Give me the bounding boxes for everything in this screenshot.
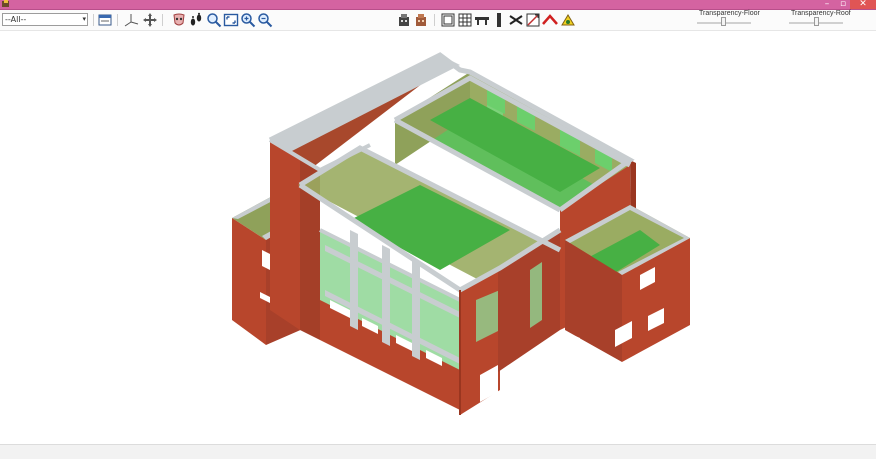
- zoom-icon[interactable]: [206, 12, 222, 28]
- section-icon[interactable]: [525, 12, 541, 28]
- zoom-out-icon[interactable]: [257, 12, 273, 28]
- toolbar-separator: [93, 14, 94, 26]
- maximize-icon[interactable]: ▫: [836, 0, 850, 9]
- axis-icon[interactable]: [123, 12, 139, 28]
- chevron-down-icon: ▾: [82, 15, 86, 23]
- window-view-icon[interactable]: [97, 12, 113, 28]
- settings-icon[interactable]: [560, 12, 576, 28]
- transparency-roof-thumb[interactable]: [814, 17, 819, 26]
- toolbar-separator: [162, 14, 163, 26]
- title-bar: – ▫ ✕: [0, 0, 876, 10]
- minimize-icon[interactable]: –: [820, 0, 834, 9]
- status-bar: [0, 444, 876, 459]
- building-alt-icon[interactable]: [413, 12, 429, 28]
- move-icon[interactable]: [142, 12, 158, 28]
- toolbar-separator: [434, 14, 435, 26]
- zoom-extents-icon[interactable]: [223, 12, 239, 28]
- transparency-floor-thumb[interactable]: [721, 17, 726, 26]
- building-model[interactable]: [0, 31, 876, 444]
- close-icon[interactable]: ✕: [850, 0, 876, 9]
- toolbar-separator: [117, 14, 118, 26]
- view-select-value: --All--: [5, 15, 27, 24]
- roof-icon[interactable]: [542, 12, 558, 28]
- 3d-viewport[interactable]: [0, 31, 876, 444]
- transparency-roof-label: Transparency-Roof: [791, 10, 851, 17]
- building-icon[interactable]: [396, 12, 412, 28]
- mask-icon[interactable]: [171, 12, 187, 28]
- wall-cross-icon[interactable]: [508, 12, 524, 28]
- floor-plan-icon[interactable]: [440, 12, 456, 28]
- grid-icon[interactable]: [457, 12, 473, 28]
- column-icon[interactable]: [491, 12, 507, 28]
- footprints-icon[interactable]: [188, 12, 204, 28]
- app-icon: [2, 0, 9, 7]
- zoom-in-icon[interactable]: [240, 12, 256, 28]
- transparency-floor-label: Transparency-Floor: [699, 10, 760, 17]
- beam-icon[interactable]: [474, 12, 490, 28]
- view-select[interactable]: --All-- ▾: [2, 13, 88, 26]
